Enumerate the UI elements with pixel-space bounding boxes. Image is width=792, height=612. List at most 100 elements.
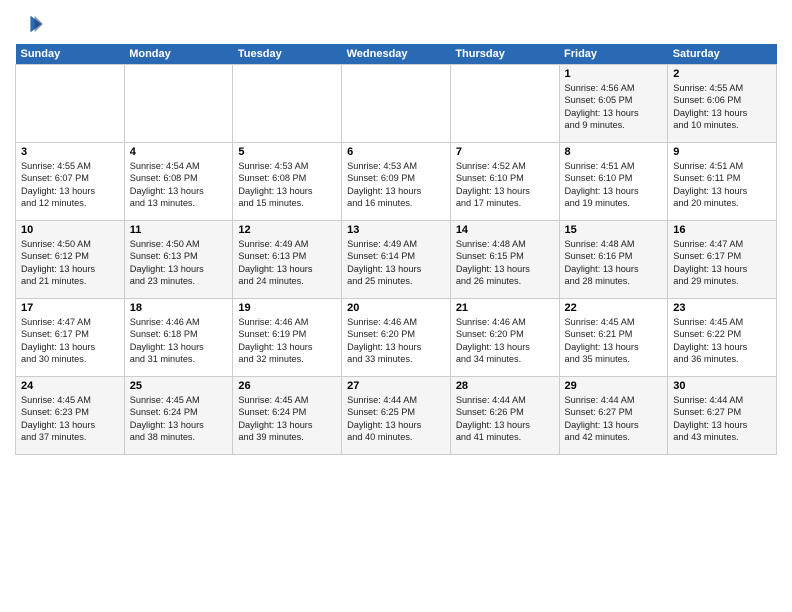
day-detail: Sunrise: 4:53 AM Sunset: 6:08 PM Dayligh…	[238, 160, 336, 210]
day-detail: Sunrise: 4:50 AM Sunset: 6:13 PM Dayligh…	[130, 238, 228, 288]
day-detail: Sunrise: 4:48 AM Sunset: 6:15 PM Dayligh…	[456, 238, 554, 288]
day-detail: Sunrise: 4:47 AM Sunset: 6:17 PM Dayligh…	[21, 316, 119, 366]
day-detail: Sunrise: 4:53 AM Sunset: 6:09 PM Dayligh…	[347, 160, 445, 210]
calendar-cell: 7 Sunrise: 4:52 AM Sunset: 6:10 PM Daylig…	[450, 143, 559, 221]
day-number: 8	[565, 146, 663, 158]
calendar-cell	[124, 65, 233, 143]
calendar-week-row: 24 Sunrise: 4:45 AM Sunset: 6:23 PM Dayli…	[16, 377, 777, 455]
calendar-cell: 2Sunrise: 4:55 AM Sunset: 6:06 PM Daylig…	[668, 65, 777, 143]
day-number: 7	[456, 146, 554, 158]
calendar-cell: 19 Sunrise: 4:46 AM Sunset: 6:19 PM Dayli…	[233, 299, 342, 377]
day-number: 20	[347, 302, 445, 314]
day-number: 21	[456, 302, 554, 314]
page: SundayMondayTuesdayWednesdayThursdayFrid…	[0, 0, 792, 612]
day-detail: Sunrise: 4:44 AM Sunset: 6:26 PM Dayligh…	[456, 394, 554, 444]
day-number: 12	[238, 224, 336, 236]
calendar-cell: 8Sunrise: 4:51 AM Sunset: 6:10 PM Daylig…	[559, 143, 668, 221]
day-number: 6	[347, 146, 445, 158]
calendar-header-cell: Wednesday	[342, 44, 451, 65]
day-number: 26	[238, 380, 336, 392]
day-number: 23	[673, 302, 771, 314]
day-detail: Sunrise: 4:48 AM Sunset: 6:16 PM Dayligh…	[565, 238, 663, 288]
day-detail: Sunrise: 4:55 AM Sunset: 6:07 PM Dayligh…	[21, 160, 119, 210]
calendar-cell: 18 Sunrise: 4:46 AM Sunset: 6:18 PM Dayli…	[124, 299, 233, 377]
calendar-cell: 20 Sunrise: 4:46 AM Sunset: 6:20 PM Dayli…	[342, 299, 451, 377]
day-number: 10	[21, 224, 119, 236]
calendar-cell: 5 Sunrise: 4:53 AM Sunset: 6:08 PM Daylig…	[233, 143, 342, 221]
calendar-cell: 1 Sunrise: 4:56 AM Sunset: 6:05 PM Daylig…	[559, 65, 668, 143]
day-detail: Sunrise: 4:44 AM Sunset: 6:27 PM Dayligh…	[673, 394, 771, 444]
day-detail: Sunrise: 4:46 AM Sunset: 6:18 PM Dayligh…	[130, 316, 228, 366]
calendar-week-row: 1 Sunrise: 4:56 AM Sunset: 6:05 PM Daylig…	[16, 65, 777, 143]
calendar-cell: 28Sunrise: 4:44 AM Sunset: 6:26 PM Dayli…	[450, 377, 559, 455]
calendar-header-cell: Thursday	[450, 44, 559, 65]
day-detail: Sunrise: 4:44 AM Sunset: 6:27 PM Dayligh…	[565, 394, 663, 444]
day-detail: Sunrise: 4:46 AM Sunset: 6:20 PM Dayligh…	[347, 316, 445, 366]
day-detail: Sunrise: 4:45 AM Sunset: 6:23 PM Dayligh…	[21, 394, 119, 444]
day-detail: Sunrise: 4:51 AM Sunset: 6:11 PM Dayligh…	[673, 160, 771, 210]
calendar-cell: 27Sunrise: 4:44 AM Sunset: 6:25 PM Dayli…	[342, 377, 451, 455]
calendar-cell: 24 Sunrise: 4:45 AM Sunset: 6:23 PM Dayli…	[16, 377, 125, 455]
day-number: 15	[565, 224, 663, 236]
day-detail: Sunrise: 4:47 AM Sunset: 6:17 PM Dayligh…	[673, 238, 771, 288]
day-number: 27	[347, 380, 445, 392]
day-detail: Sunrise: 4:52 AM Sunset: 6:10 PM Dayligh…	[456, 160, 554, 210]
calendar-cell	[16, 65, 125, 143]
calendar-header-row: SundayMondayTuesdayWednesdayThursdayFrid…	[16, 44, 777, 65]
day-number: 11	[130, 224, 228, 236]
calendar-cell	[342, 65, 451, 143]
calendar-cell: 15 Sunrise: 4:48 AM Sunset: 6:16 PM Dayli…	[559, 221, 668, 299]
day-detail: Sunrise: 4:45 AM Sunset: 6:21 PM Dayligh…	[565, 316, 663, 366]
day-detail: Sunrise: 4:49 AM Sunset: 6:14 PM Dayligh…	[347, 238, 445, 288]
day-number: 3	[21, 146, 119, 158]
calendar-week-row: 17Sunrise: 4:47 AM Sunset: 6:17 PM Dayli…	[16, 299, 777, 377]
calendar-header-cell: Sunday	[16, 44, 125, 65]
calendar-cell: 25 Sunrise: 4:45 AM Sunset: 6:24 PM Dayli…	[124, 377, 233, 455]
calendar-cell: 10 Sunrise: 4:50 AM Sunset: 6:12 PM Dayli…	[16, 221, 125, 299]
calendar-cell: 9 Sunrise: 4:51 AM Sunset: 6:11 PM Daylig…	[668, 143, 777, 221]
calendar-cell: 26 Sunrise: 4:45 AM Sunset: 6:24 PM Dayli…	[233, 377, 342, 455]
day-number: 9	[673, 146, 771, 158]
calendar-header-cell: Saturday	[668, 44, 777, 65]
day-detail: Sunrise: 4:45 AM Sunset: 6:24 PM Dayligh…	[130, 394, 228, 444]
calendar-week-row: 3 Sunrise: 4:55 AM Sunset: 6:07 PM Daylig…	[16, 143, 777, 221]
calendar-cell	[233, 65, 342, 143]
calendar-cell: 16 Sunrise: 4:47 AM Sunset: 6:17 PM Dayli…	[668, 221, 777, 299]
calendar-cell: 4Sunrise: 4:54 AM Sunset: 6:08 PM Daylig…	[124, 143, 233, 221]
day-number: 25	[130, 380, 228, 392]
calendar-cell: 6 Sunrise: 4:53 AM Sunset: 6:09 PM Daylig…	[342, 143, 451, 221]
calendar-cell: 11 Sunrise: 4:50 AM Sunset: 6:13 PM Dayli…	[124, 221, 233, 299]
day-detail: Sunrise: 4:45 AM Sunset: 6:24 PM Dayligh…	[238, 394, 336, 444]
day-number: 19	[238, 302, 336, 314]
day-detail: Sunrise: 4:50 AM Sunset: 6:12 PM Dayligh…	[21, 238, 119, 288]
logo	[15, 10, 47, 38]
calendar-header-cell: Monday	[124, 44, 233, 65]
calendar-cell: 23 Sunrise: 4:45 AM Sunset: 6:22 PM Dayli…	[668, 299, 777, 377]
day-number: 16	[673, 224, 771, 236]
day-detail: Sunrise: 4:46 AM Sunset: 6:20 PM Dayligh…	[456, 316, 554, 366]
day-detail: Sunrise: 4:55 AM Sunset: 6:06 PM Dayligh…	[673, 82, 771, 132]
day-number: 29	[565, 380, 663, 392]
calendar-cell: 29 Sunrise: 4:44 AM Sunset: 6:27 PM Dayli…	[559, 377, 668, 455]
calendar-cell: 13 Sunrise: 4:49 AM Sunset: 6:14 PM Dayli…	[342, 221, 451, 299]
day-detail: Sunrise: 4:49 AM Sunset: 6:13 PM Dayligh…	[238, 238, 336, 288]
calendar-body: 1 Sunrise: 4:56 AM Sunset: 6:05 PM Daylig…	[16, 65, 777, 455]
day-number: 24	[21, 380, 119, 392]
logo-icon	[15, 10, 43, 38]
header	[15, 10, 777, 38]
day-detail: Sunrise: 4:46 AM Sunset: 6:19 PM Dayligh…	[238, 316, 336, 366]
day-number: 4	[130, 146, 228, 158]
day-number: 18	[130, 302, 228, 314]
day-number: 1	[565, 68, 663, 80]
day-number: 22	[565, 302, 663, 314]
day-number: 13	[347, 224, 445, 236]
calendar-cell: 3 Sunrise: 4:55 AM Sunset: 6:07 PM Daylig…	[16, 143, 125, 221]
day-number: 5	[238, 146, 336, 158]
day-number: 30	[673, 380, 771, 392]
calendar-cell: 30 Sunrise: 4:44 AM Sunset: 6:27 PM Dayli…	[668, 377, 777, 455]
calendar-cell: 21 Sunrise: 4:46 AM Sunset: 6:20 PM Dayli…	[450, 299, 559, 377]
calendar-week-row: 10 Sunrise: 4:50 AM Sunset: 6:12 PM Dayli…	[16, 221, 777, 299]
day-number: 14	[456, 224, 554, 236]
day-detail: Sunrise: 4:45 AM Sunset: 6:22 PM Dayligh…	[673, 316, 771, 366]
day-detail: Sunrise: 4:56 AM Sunset: 6:05 PM Dayligh…	[565, 82, 663, 132]
